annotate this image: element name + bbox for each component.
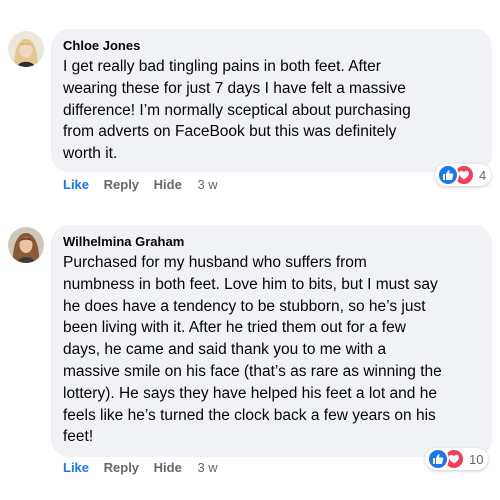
like-icon [427, 448, 449, 470]
comment-text: I get really bad tingling pains in both … [63, 58, 411, 163]
comment-bubble: Wilhelmina Graham Purchased for my husba… [51, 225, 492, 457]
reactions-summary[interactable]: 4 [435, 164, 492, 186]
like-icon [437, 164, 459, 186]
comment-text: Purchased for my husband who suffers fro… [63, 254, 442, 446]
avatar[interactable] [8, 31, 44, 67]
hide-button[interactable]: Hide [154, 460, 182, 475]
reply-button[interactable]: Reply [104, 177, 139, 192]
comment-author[interactable]: Wilhelmina Graham [63, 233, 480, 250]
reply-button[interactable]: Reply [104, 460, 139, 475]
avatar[interactable] [8, 227, 44, 263]
comment-timestamp[interactable]: 3 w [197, 460, 217, 475]
comment-timestamp[interactable]: 3 w [197, 177, 217, 192]
comment-bubble: Chloe Jones I get really bad tingling pa… [51, 29, 492, 172]
like-button[interactable]: Like [63, 177, 89, 192]
hide-button[interactable]: Hide [154, 177, 182, 192]
comment-author[interactable]: Chloe Jones [63, 37, 480, 54]
reactions-summary[interactable]: 10 [425, 448, 489, 470]
reaction-count: 10 [469, 451, 484, 467]
reaction-count: 4 [479, 167, 487, 183]
like-button[interactable]: Like [63, 460, 89, 475]
comment-actions: Like Reply Hide 3 w [63, 177, 218, 193]
comment-actions: Like Reply Hide 3 w [63, 460, 218, 476]
